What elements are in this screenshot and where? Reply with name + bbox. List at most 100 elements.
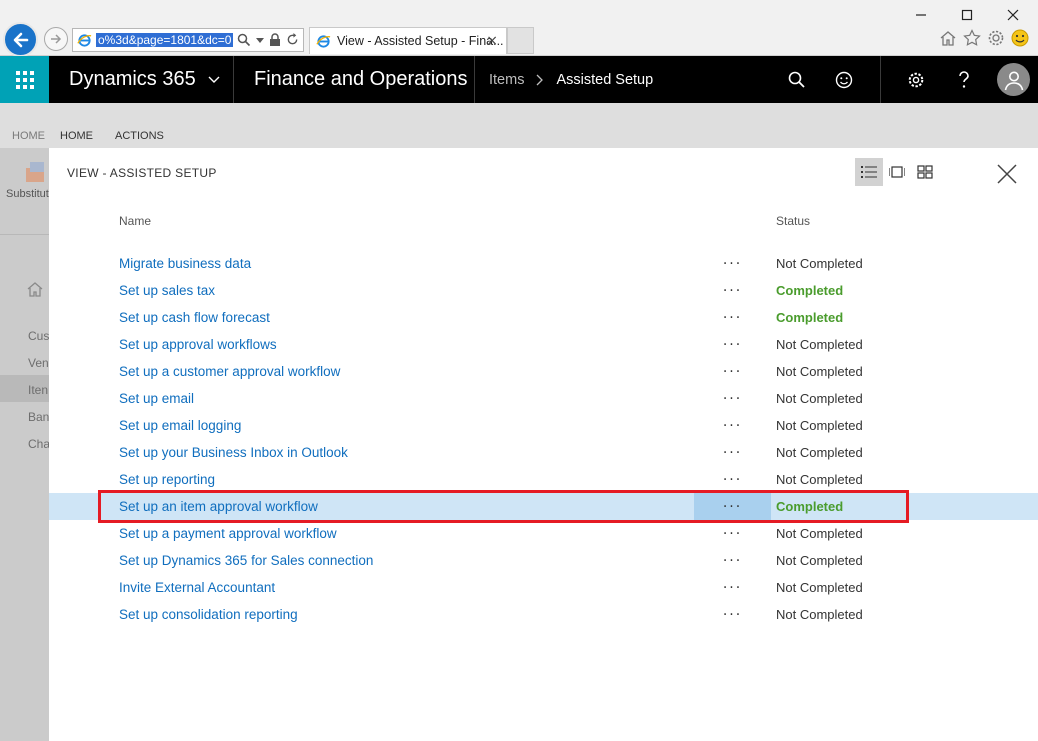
table-row[interactable]: Set up email ··· Not Completed bbox=[49, 385, 1038, 412]
setup-task-link[interactable]: Set up cash flow forecast bbox=[119, 304, 270, 331]
table-row[interactable]: Set up approval workflows ··· Not Complete… bbox=[49, 331, 1038, 358]
app-title[interactable]: Finance and Operations bbox=[254, 56, 467, 103]
ie-logo-icon bbox=[77, 33, 92, 47]
table-row[interactable]: Migrate business data ··· Not Completed bbox=[49, 250, 1038, 277]
bg-tab-home-left: HOME bbox=[12, 130, 45, 142]
more-options-button[interactable]: ··· bbox=[694, 466, 771, 493]
tile-view-icon bbox=[917, 165, 933, 179]
refresh-icon[interactable] bbox=[286, 33, 299, 50]
setup-task-link[interactable]: Set up an item approval workflow bbox=[119, 493, 318, 520]
tile-view-button[interactable] bbox=[911, 158, 939, 186]
status-text: Not Completed bbox=[776, 445, 863, 460]
card-view-button[interactable] bbox=[883, 158, 911, 186]
new-tab-button[interactable] bbox=[507, 27, 534, 54]
setup-task-link[interactable]: Invite External Accountant bbox=[119, 574, 275, 601]
table-row[interactable]: Set up email logging ··· Not Completed bbox=[49, 412, 1038, 439]
table-row[interactable]: Set up a customer approval workflow ··· No… bbox=[49, 358, 1038, 385]
home-icon[interactable] bbox=[938, 28, 958, 48]
address-text[interactable]: o%3d&page=1801&dc=0 bbox=[96, 33, 234, 47]
help-button[interactable] bbox=[949, 56, 979, 103]
minimize-button[interactable] bbox=[906, 4, 936, 26]
dialog-close-button[interactable] bbox=[995, 162, 1019, 186]
setup-task-link[interactable]: Set up approval workflows bbox=[119, 331, 277, 358]
arrow-left-icon bbox=[13, 32, 28, 47]
more-options-button[interactable]: ··· bbox=[694, 439, 771, 466]
address-bar[interactable]: o%3d&page=1801&dc=0 bbox=[72, 28, 304, 52]
tab-close-icon[interactable]: × bbox=[486, 33, 498, 49]
close-window-button[interactable] bbox=[998, 4, 1028, 26]
lock-icon[interactable] bbox=[269, 33, 281, 51]
more-options-button[interactable]: ··· bbox=[694, 574, 771, 601]
more-options-button[interactable]: ··· bbox=[694, 277, 771, 304]
search-button[interactable] bbox=[781, 56, 811, 103]
setup-task-link[interactable]: Set up a customer approval workflow bbox=[119, 358, 340, 385]
breadcrumb: Items Assisted Setup bbox=[489, 56, 653, 103]
status-text: Not Completed bbox=[776, 607, 863, 622]
status-text: Completed bbox=[776, 283, 844, 298]
home-icon bbox=[27, 282, 43, 297]
setup-task-link[interactable]: Set up email logging bbox=[119, 412, 241, 439]
setup-task-link[interactable]: Set up email bbox=[119, 385, 194, 412]
gear-icon bbox=[908, 72, 924, 87]
brand-menu[interactable]: Dynamics 365 bbox=[69, 56, 220, 103]
back-button[interactable] bbox=[3, 22, 38, 57]
search-icon bbox=[788, 71, 805, 88]
breadcrumb-items[interactable]: Items bbox=[489, 72, 524, 88]
tab-title: View - Assisted Setup - Fina... bbox=[337, 34, 504, 48]
more-options-button[interactable]: ··· bbox=[694, 520, 771, 547]
close-icon bbox=[1007, 9, 1019, 21]
status-text: Not Completed bbox=[776, 337, 863, 352]
search-icon[interactable] bbox=[237, 33, 251, 51]
favorites-star-icon[interactable] bbox=[962, 28, 982, 48]
status-text: Completed bbox=[776, 310, 844, 325]
settings-gear-icon[interactable] bbox=[986, 28, 1006, 48]
table-row[interactable]: Set up a payment approval workflow ··· Not… bbox=[49, 520, 1038, 547]
bg-left-item: Ban bbox=[28, 410, 49, 424]
table-row[interactable]: Set up cash flow forecast ··· Completed bbox=[49, 304, 1038, 331]
list-view-button[interactable] bbox=[855, 158, 883, 186]
smiley-feedback-icon[interactable] bbox=[1010, 28, 1030, 48]
table-row[interactable]: Invite External Accountant ··· Not Complet… bbox=[49, 574, 1038, 601]
table-row[interactable]: Set up reporting ··· Not Completed bbox=[49, 466, 1038, 493]
background-left-pane: Substitut Cus Ven Iten Ban Cha bbox=[0, 148, 49, 741]
more-options-button[interactable]: ··· bbox=[694, 412, 771, 439]
arrow-right-icon bbox=[51, 34, 62, 44]
table-row[interactable]: Set up consolidation reporting ··· Not Com… bbox=[49, 601, 1038, 628]
table-row[interactable]: Set up Dynamics 365 for Sales connection… bbox=[49, 547, 1038, 574]
assisted-setup-dialog: VIEW - ASSISTED SETUP Name Status Migrat… bbox=[49, 148, 1038, 741]
more-options-button[interactable]: ··· bbox=[694, 304, 771, 331]
status-text: Completed bbox=[776, 499, 844, 514]
more-options-button[interactable]: ··· bbox=[694, 547, 771, 574]
table-row[interactable]: Set up sales tax ··· Completed bbox=[49, 277, 1038, 304]
maximize-button[interactable] bbox=[952, 4, 982, 26]
more-options-button[interactable]: ··· bbox=[694, 250, 771, 277]
setup-task-link[interactable]: Migrate business data bbox=[119, 250, 251, 277]
ie-logo-icon bbox=[316, 34, 331, 48]
more-options-button[interactable]: ··· bbox=[694, 331, 771, 358]
setup-task-link[interactable]: Set up consolidation reporting bbox=[119, 601, 298, 628]
browser-tab[interactable]: View - Assisted Setup - Fina... × bbox=[309, 27, 507, 54]
brand-name: Dynamics 365 bbox=[69, 68, 196, 90]
column-header-status[interactable]: Status bbox=[776, 214, 810, 228]
setup-task-link[interactable]: Set up sales tax bbox=[119, 277, 215, 304]
setup-task-link[interactable]: Set up Dynamics 365 for Sales connection bbox=[119, 547, 373, 574]
forward-button[interactable] bbox=[44, 27, 68, 51]
setup-task-link[interactable]: Set up reporting bbox=[119, 466, 215, 493]
browser-chrome: o%3d&page=1801&dc=0 View - Assisted Setu… bbox=[0, 0, 1038, 57]
table-row[interactable]: Set up an item approval workflow ··· Compl… bbox=[49, 493, 1038, 520]
more-options-button[interactable]: ··· bbox=[694, 385, 771, 412]
more-options-button[interactable]: ··· bbox=[694, 601, 771, 628]
feedback-button[interactable] bbox=[829, 56, 859, 103]
app-launcher-button[interactable] bbox=[0, 56, 49, 103]
setup-task-link[interactable]: Set up a payment approval workflow bbox=[119, 520, 337, 547]
help-icon bbox=[959, 70, 969, 88]
setup-task-link[interactable]: Set up your Business Inbox in Outlook bbox=[119, 439, 348, 466]
more-options-button[interactable]: ··· bbox=[694, 493, 771, 520]
more-options-button[interactable]: ··· bbox=[694, 358, 771, 385]
app-header: Dynamics 365 Finance and Operations Item… bbox=[0, 56, 1038, 103]
user-avatar[interactable] bbox=[997, 63, 1030, 96]
column-header-name[interactable]: Name bbox=[119, 214, 151, 228]
dropdown-icon[interactable] bbox=[256, 33, 264, 48]
table-row[interactable]: Set up your Business Inbox in Outlook ···… bbox=[49, 439, 1038, 466]
settings-button[interactable] bbox=[901, 56, 931, 103]
